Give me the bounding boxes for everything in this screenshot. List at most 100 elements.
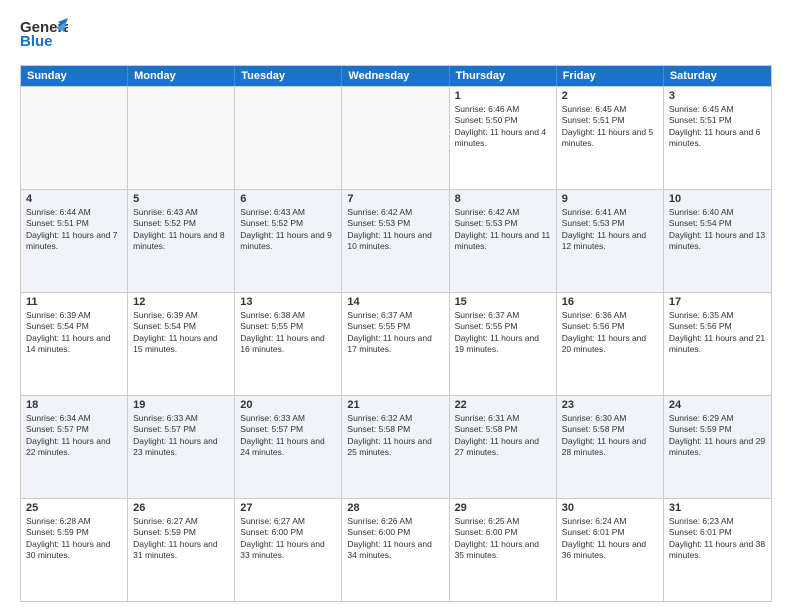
calendar-body: 1 Sunrise: 6:46 AM Sunset: 5:50 PM Daylig…: [21, 86, 771, 601]
day-number: 17: [669, 296, 766, 308]
logo: General Blue: [20, 16, 68, 57]
cell-info: Sunrise: 6:44 AM Sunset: 5:51 PM Dayligh…: [26, 207, 122, 253]
cell-info: Sunrise: 6:46 AM Sunset: 5:50 PM Dayligh…: [455, 104, 551, 150]
day-number: 15: [455, 296, 551, 308]
calendar-cell-23: 23 Sunrise: 6:30 AM Sunset: 5:58 PM Dayli…: [557, 396, 664, 498]
cell-info: Sunrise: 6:42 AM Sunset: 5:53 PM Dayligh…: [455, 207, 551, 253]
day-number: 24: [669, 399, 766, 411]
calendar-cell-16: 16Sunrise: 6:36 AM Sunset: 5:56 PM Dayli…: [557, 293, 664, 395]
cell-info: Sunrise: 6:38 AM Sunset: 5:55 PM Dayligh…: [240, 310, 336, 356]
calendar-cell-10: 10 Sunrise: 6:40 AM Sunset: 5:54 PM Dayli…: [664, 190, 771, 292]
cell-info: Sunrise: 6:23 AM Sunset: 6:01 PM Dayligh…: [669, 516, 766, 562]
day-header-friday: Friday: [557, 66, 664, 86]
page: General Blue SundayMondayTuesdayWednesda…: [0, 0, 792, 612]
day-number: 20: [240, 399, 336, 411]
calendar-cell-22: 22 Sunrise: 6:31 AM Sunset: 5:58 PM Dayli…: [450, 396, 557, 498]
day-number: 7: [347, 193, 443, 205]
day-number: 3: [669, 90, 766, 102]
calendar-cell-empty-3: [342, 87, 449, 189]
cell-info: Sunrise: 6:37 AM Sunset: 5:55 PM Dayligh…: [347, 310, 443, 356]
cell-info: Sunrise: 6:35 AM Sunset: 5:56 PM Dayligh…: [669, 310, 766, 356]
calendar-row-4: 18Sunrise: 6:34 AM Sunset: 5:57 PM Dayli…: [21, 395, 771, 498]
cell-info: Sunrise: 6:31 AM Sunset: 5:58 PM Dayligh…: [455, 413, 551, 459]
logo-icon: General Blue: [20, 16, 68, 57]
day-number: 23: [562, 399, 658, 411]
calendar-cell-31: 31 Sunrise: 6:23 AM Sunset: 6:01 PM Dayli…: [664, 499, 771, 601]
calendar-cell-12: 12Sunrise: 6:39 AM Sunset: 5:54 PM Dayli…: [128, 293, 235, 395]
day-header-saturday: Saturday: [664, 66, 771, 86]
calendar-cell-27: 27Sunrise: 6:27 AM Sunset: 6:00 PM Dayli…: [235, 499, 342, 601]
day-number: 13: [240, 296, 336, 308]
day-number: 6: [240, 193, 336, 205]
day-number: 30: [562, 502, 658, 514]
calendar-cell-6: 6Sunrise: 6:43 AM Sunset: 5:52 PM Daylig…: [235, 190, 342, 292]
cell-info: Sunrise: 6:25 AM Sunset: 6:00 PM Dayligh…: [455, 516, 551, 562]
cell-info: Sunrise: 6:28 AM Sunset: 5:59 PM Dayligh…: [26, 516, 122, 562]
calendar-cell-19: 19 Sunrise: 6:33 AM Sunset: 5:57 PM Dayli…: [128, 396, 235, 498]
calendar-row-3: 11 Sunrise: 6:39 AM Sunset: 5:54 PM Dayli…: [21, 292, 771, 395]
calendar-cell-1: 1 Sunrise: 6:46 AM Sunset: 5:50 PM Daylig…: [450, 87, 557, 189]
calendar-row-2: 4 Sunrise: 6:44 AM Sunset: 5:51 PM Daylig…: [21, 189, 771, 292]
day-number: 21: [347, 399, 443, 411]
day-header-thursday: Thursday: [450, 66, 557, 86]
calendar-cell-4: 4 Sunrise: 6:44 AM Sunset: 5:51 PM Daylig…: [21, 190, 128, 292]
calendar-cell-17: 17 Sunrise: 6:35 AM Sunset: 5:56 PM Dayli…: [664, 293, 771, 395]
cell-info: Sunrise: 6:39 AM Sunset: 5:54 PM Dayligh…: [26, 310, 122, 356]
calendar-cell-13: 13 Sunrise: 6:38 AM Sunset: 5:55 PM Dayli…: [235, 293, 342, 395]
day-number: 19: [133, 399, 229, 411]
calendar-cell-21: 21Sunrise: 6:32 AM Sunset: 5:58 PM Dayli…: [342, 396, 449, 498]
cell-info: Sunrise: 6:45 AM Sunset: 5:51 PM Dayligh…: [669, 104, 766, 150]
day-number: 18: [26, 399, 122, 411]
day-header-monday: Monday: [128, 66, 235, 86]
day-number: 31: [669, 502, 766, 514]
calendar-cell-7: 7 Sunrise: 6:42 AM Sunset: 5:53 PM Daylig…: [342, 190, 449, 292]
cell-info: Sunrise: 6:41 AM Sunset: 5:53 PM Dayligh…: [562, 207, 658, 253]
cell-info: Sunrise: 6:45 AM Sunset: 5:51 PM Dayligh…: [562, 104, 658, 150]
day-number: 2: [562, 90, 658, 102]
calendar-cell-3: 3 Sunrise: 6:45 AM Sunset: 5:51 PM Daylig…: [664, 87, 771, 189]
day-number: 10: [669, 193, 766, 205]
day-number: 22: [455, 399, 551, 411]
calendar-cell-15: 15Sunrise: 6:37 AM Sunset: 5:55 PM Dayli…: [450, 293, 557, 395]
day-header-tuesday: Tuesday: [235, 66, 342, 86]
cell-info: Sunrise: 6:40 AM Sunset: 5:54 PM Dayligh…: [669, 207, 766, 253]
cell-info: Sunrise: 6:30 AM Sunset: 5:58 PM Dayligh…: [562, 413, 658, 459]
day-number: 8: [455, 193, 551, 205]
cell-info: Sunrise: 6:43 AM Sunset: 5:52 PM Dayligh…: [133, 207, 229, 253]
svg-text:Blue: Blue: [20, 33, 53, 50]
day-number: 9: [562, 193, 658, 205]
day-header-sunday: Sunday: [21, 66, 128, 86]
cell-info: Sunrise: 6:33 AM Sunset: 5:57 PM Dayligh…: [133, 413, 229, 459]
calendar-cell-26: 26 Sunrise: 6:27 AM Sunset: 5:59 PM Dayli…: [128, 499, 235, 601]
day-number: 26: [133, 502, 229, 514]
header: General Blue: [20, 16, 772, 57]
calendar-cell-30: 30 Sunrise: 6:24 AM Sunset: 6:01 PM Dayli…: [557, 499, 664, 601]
day-number: 1: [455, 90, 551, 102]
calendar-cell-25: 25Sunrise: 6:28 AM Sunset: 5:59 PM Dayli…: [21, 499, 128, 601]
cell-info: Sunrise: 6:26 AM Sunset: 6:00 PM Dayligh…: [347, 516, 443, 562]
calendar-cell-18: 18Sunrise: 6:34 AM Sunset: 5:57 PM Dayli…: [21, 396, 128, 498]
day-number: 29: [455, 502, 551, 514]
day-number: 14: [347, 296, 443, 308]
calendar: SundayMondayTuesdayWednesdayThursdayFrid…: [20, 65, 772, 602]
day-number: 4: [26, 193, 122, 205]
calendar-row-1: 1 Sunrise: 6:46 AM Sunset: 5:50 PM Daylig…: [21, 86, 771, 189]
calendar-cell-29: 29 Sunrise: 6:25 AM Sunset: 6:00 PM Dayli…: [450, 499, 557, 601]
calendar-cell-5: 5Sunrise: 6:43 AM Sunset: 5:52 PM Daylig…: [128, 190, 235, 292]
calendar-cell-2: 2 Sunrise: 6:45 AM Sunset: 5:51 PM Daylig…: [557, 87, 664, 189]
calendar-cell-28: 28 Sunrise: 6:26 AM Sunset: 6:00 PM Dayli…: [342, 499, 449, 601]
day-number: 11: [26, 296, 122, 308]
calendar-cell-empty-0: [21, 87, 128, 189]
calendar-cell-empty-2: [235, 87, 342, 189]
calendar-row-5: 25Sunrise: 6:28 AM Sunset: 5:59 PM Dayli…: [21, 498, 771, 601]
cell-info: Sunrise: 6:27 AM Sunset: 5:59 PM Dayligh…: [133, 516, 229, 562]
cell-info: Sunrise: 6:27 AM Sunset: 6:00 PM Dayligh…: [240, 516, 336, 562]
calendar-cell-14: 14 Sunrise: 6:37 AM Sunset: 5:55 PM Dayli…: [342, 293, 449, 395]
day-number: 28: [347, 502, 443, 514]
cell-info: Sunrise: 6:42 AM Sunset: 5:53 PM Dayligh…: [347, 207, 443, 253]
cell-info: Sunrise: 6:39 AM Sunset: 5:54 PM Dayligh…: [133, 310, 229, 356]
calendar-cell-9: 9 Sunrise: 6:41 AM Sunset: 5:53 PM Daylig…: [557, 190, 664, 292]
cell-info: Sunrise: 6:24 AM Sunset: 6:01 PM Dayligh…: [562, 516, 658, 562]
calendar-cell-24: 24Sunrise: 6:29 AM Sunset: 5:59 PM Dayli…: [664, 396, 771, 498]
cell-info: Sunrise: 6:33 AM Sunset: 5:57 PM Dayligh…: [240, 413, 336, 459]
